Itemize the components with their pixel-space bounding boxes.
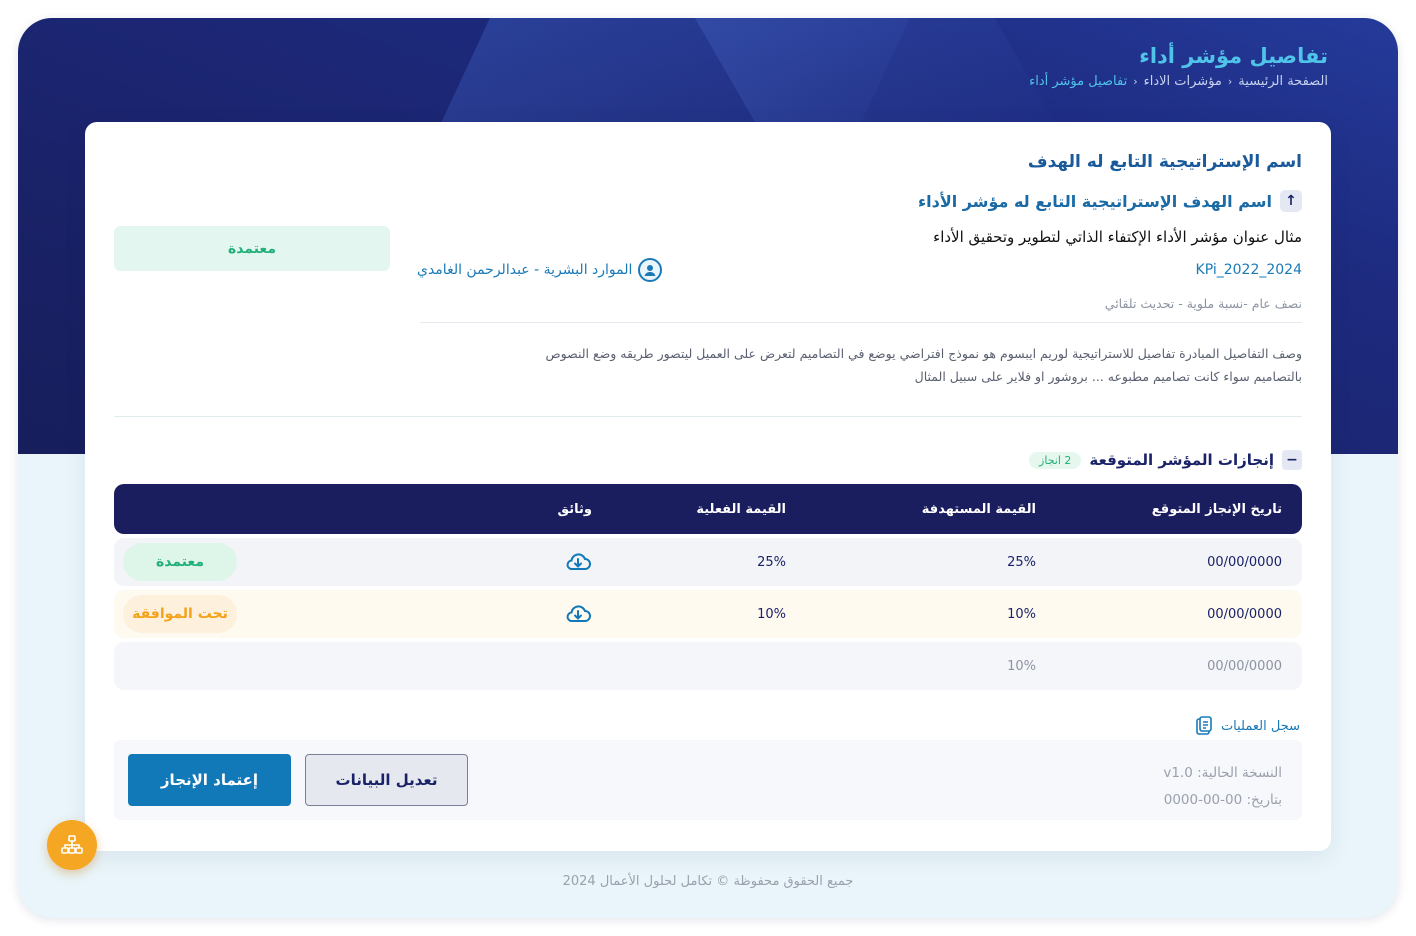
cloud-download-icon[interactable] (564, 538, 592, 586)
achievements-count-badge: 2 انجاز (1029, 451, 1082, 469)
table-row: 00/00/0000 25% 25% معتمدة (114, 538, 1302, 586)
status-cell: معتمدة (123, 538, 237, 586)
goal-arrow-icon: ↑ (1280, 190, 1302, 212)
kpi-description: وصف التفاصيل المبادرة تفاصيل للاستراتيجي… (412, 342, 1302, 388)
breadcrumb: الصفحة الرئيسية ‹ مؤشرات الاداء ‹ تفاصيل… (1029, 74, 1328, 89)
chevron-left-icon: ‹ (1133, 75, 1138, 88)
status-badge-approved: معتمدة (123, 543, 237, 581)
kpi-meta: نصف عام -نسبة ملوية - تحديث تلقائي (1104, 296, 1302, 311)
owner-label: الموارد البشرية - عبدالرحمن الغامدي (417, 262, 633, 278)
achievements-title: إنجازات المؤشر المتوقعة (1089, 451, 1274, 469)
achievements-table: تاريخ الإنجاز المتوقع القيمة المستهدفة ا… (114, 484, 1302, 690)
table-row: 00/00/0000 10% (114, 642, 1302, 690)
kpi-title: مثال عنوان مؤشر الأداء الإكتفاء الذاتي ل… (933, 228, 1302, 246)
cell-target: 25% (1007, 554, 1036, 570)
document-history-icon (1196, 716, 1212, 735)
collapse-minus-icon[interactable]: − (1282, 450, 1302, 470)
breadcrumb-current: تفاصيل مؤشر أداء (1029, 74, 1128, 89)
status-badge-pending: تحت الموافقة (123, 595, 237, 633)
operations-log-label: سجل العمليات (1220, 718, 1300, 734)
current-version: النسخة الحالية: v1.0 (1163, 765, 1282, 781)
page-title: تفاصيل مؤشر أداء (1139, 44, 1328, 68)
action-bar: النسخة الحالية: v1.0 بتاريخ: 00-00-0000 … (114, 740, 1302, 820)
cell-date: 00/00/0000 (1207, 554, 1282, 570)
column-header-date: تاريخ الإنجاز المتوقع (1151, 501, 1282, 517)
goal-name: اسم الهدف الإستراتيجية التابع له مؤشر ال… (917, 191, 1272, 211)
strategy-name: اسم الإستراتيجية التابع له الهدف (1027, 152, 1302, 172)
cell-target: 10% (1007, 658, 1036, 674)
version-date: بتاريخ: 00-00-0000 (1163, 792, 1282, 808)
divider (420, 322, 1302, 323)
achievements-header: − إنجازات المؤشر المتوقعة 2 انجاز (1029, 450, 1302, 470)
user-icon (638, 258, 663, 282)
cell-date: 00/00/0000 (1207, 606, 1282, 622)
edit-data-button[interactable]: تعديل البيانات (305, 754, 468, 806)
breadcrumb-kpis[interactable]: مؤشرات الاداء (1144, 74, 1222, 89)
column-header-actual: القيمة الفعلية (696, 501, 786, 517)
goal-row: ↑ اسم الهدف الإستراتيجية التابع له مؤشر … (918, 190, 1302, 212)
copyright-footer: جميع الحقوق محفوظة © تكامل لحلول الأعمال… (562, 874, 854, 889)
cell-date: 00/00/0000 (1207, 658, 1282, 674)
cell-actual: 10% (757, 606, 786, 622)
status-badge: معتمدة (114, 226, 390, 271)
org-chart-icon (61, 835, 83, 854)
kpi-details-card: اسم الإستراتيجية التابع له الهدف ↑ اسم ا… (85, 122, 1331, 851)
owner: الموارد البشرية - عبدالرحمن الغامدي (417, 258, 663, 282)
description-line: وصف التفاصيل المبادرة تفاصيل للاستراتيجي… (545, 346, 1302, 361)
app-frame: تفاصيل مؤشر أداء الصفحة الرئيسية ‹ مؤشرا… (18, 18, 1398, 918)
table-header: تاريخ الإنجاز المتوقع القيمة المستهدفة ا… (114, 484, 1302, 534)
description-line: بالتصاميم سواء كانت تصاميم مطبوعه ... بر… (914, 369, 1302, 384)
cell-target: 10% (1007, 606, 1036, 622)
column-header-target: القيمة المستهدفة (921, 501, 1036, 517)
chevron-left-icon: ‹ (1227, 75, 1233, 88)
breadcrumb-home[interactable]: الصفحة الرئيسية (1238, 74, 1328, 89)
version-info: النسخة الحالية: v1.0 بتاريخ: 00-00-0000 (1163, 760, 1282, 814)
cloud-download-icon[interactable] (564, 590, 592, 638)
operations-log-link[interactable]: سجل العمليات (1195, 716, 1300, 736)
cell-actual: 25% (757, 554, 786, 570)
org-chart-fab-button[interactable] (47, 820, 97, 870)
column-header-docs: وثائق (557, 501, 592, 517)
kpi-code: KPi_2022_2024 (1195, 262, 1302, 278)
table-row: 00/00/0000 10% 10% تحت الموافقة (114, 590, 1302, 638)
divider (114, 416, 1302, 417)
approve-achievement-button[interactable]: إعتماد الإنجاز (128, 754, 291, 806)
status-cell: تحت الموافقة (123, 590, 237, 638)
